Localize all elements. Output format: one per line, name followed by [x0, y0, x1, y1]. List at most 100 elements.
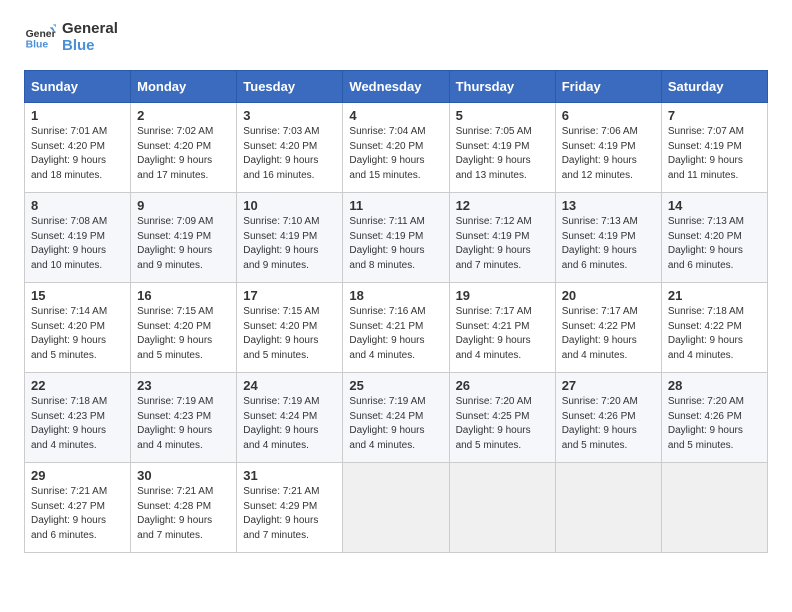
- week-row-0: 1Sunrise: 7:01 AMSunset: 4:20 PMDaylight…: [25, 103, 768, 193]
- day-number: 31: [243, 468, 336, 483]
- day-number: 11: [349, 198, 442, 213]
- calendar-cell: 25 Sunrise: 7:19 AMSunset: 4:24 PMDayligh…: [343, 373, 449, 463]
- calendar-cell: 17Sunrise: 7:15 AMSunset: 4:20 PMDayligh…: [237, 283, 343, 373]
- calendar-cell: 20 Sunrise: 7:17 AMSunset: 4:22 PMDayligh…: [555, 283, 661, 373]
- svg-text:General: General: [26, 29, 56, 40]
- day-info: Sunrise: 7:19 AMSunset: 4:23 PMDaylight:…: [137, 395, 230, 453]
- calendar-cell: 13 Sunrise: 7:13 AMSunset: 4:19 PMDayligh…: [555, 193, 661, 283]
- logo-icon: General Blue: [24, 21, 56, 53]
- day-info: Sunrise: 7:21 AMSunset: 4:28 PMDaylight:…: [137, 485, 230, 543]
- calendar-cell: 11 Sunrise: 7:11 AMSunset: 4:19 PMDayligh…: [343, 193, 449, 283]
- day-info: Sunrise: 7:10 AMSunset: 4:19 PMDaylight:…: [243, 215, 336, 273]
- day-info: Sunrise: 7:19 AMSunset: 4:24 PMDaylight:…: [243, 395, 336, 453]
- day-number: 15: [31, 288, 124, 303]
- day-info: Sunrise: 7:02 AMSunset: 4:20 PMDaylight:…: [137, 125, 230, 183]
- calendar-cell: 28Sunrise: 7:20 AMSunset: 4:26 PMDayligh…: [661, 373, 767, 463]
- calendar-cell: 15 Sunrise: 7:14 AMSunset: 4:20 PMDayligh…: [25, 283, 131, 373]
- day-number: 7: [668, 108, 761, 123]
- day-number: 28: [668, 378, 761, 393]
- calendar-cell: 14Sunrise: 7:13 AMSunset: 4:20 PMDayligh…: [661, 193, 767, 283]
- day-info: Sunrise: 7:20 AMSunset: 4:25 PMDaylight:…: [456, 395, 549, 453]
- day-info: Sunrise: 7:21 AMSunset: 4:27 PMDaylight:…: [31, 485, 124, 543]
- svg-text:Blue: Blue: [26, 39, 49, 50]
- day-info: Sunrise: 7:09 AMSunset: 4:19 PMDaylight:…: [137, 215, 230, 273]
- day-number: 4: [349, 108, 442, 123]
- header-row: SundayMondayTuesdayWednesdayThursdayFrid…: [25, 71, 768, 103]
- calendar-cell: 1Sunrise: 7:01 AMSunset: 4:20 PMDaylight…: [25, 103, 131, 193]
- day-info: Sunrise: 7:11 AMSunset: 4:19 PMDaylight:…: [349, 215, 442, 273]
- calendar-cell: 12 Sunrise: 7:12 AMSunset: 4:19 PMDayligh…: [449, 193, 555, 283]
- day-info: Sunrise: 7:17 AMSunset: 4:21 PMDaylight:…: [456, 305, 549, 363]
- week-row-3: 22 Sunrise: 7:18 AMSunset: 4:23 PMDayligh…: [25, 373, 768, 463]
- day-number: 19: [456, 288, 549, 303]
- day-info: Sunrise: 7:08 AMSunset: 4:19 PMDaylight:…: [31, 215, 124, 273]
- day-info: Sunrise: 7:04 AMSunset: 4:20 PMDaylight:…: [349, 125, 442, 183]
- day-number: 29: [31, 468, 124, 483]
- calendar-cell: [661, 463, 767, 553]
- calendar-table: SundayMondayTuesdayWednesdayThursdayFrid…: [24, 70, 768, 553]
- day-info: Sunrise: 7:15 AMSunset: 4:20 PMDaylight:…: [137, 305, 230, 363]
- day-number: 18: [349, 288, 442, 303]
- day-info: Sunrise: 7:19 AMSunset: 4:24 PMDaylight:…: [349, 395, 442, 453]
- day-info: Sunrise: 7:05 AMSunset: 4:19 PMDaylight:…: [456, 125, 549, 183]
- calendar-cell: 19 Sunrise: 7:17 AMSunset: 4:21 PMDayligh…: [449, 283, 555, 373]
- day-info: Sunrise: 7:03 AMSunset: 4:20 PMDaylight:…: [243, 125, 336, 183]
- day-info: Sunrise: 7:15 AMSunset: 4:20 PMDaylight:…: [243, 305, 336, 363]
- logo: General Blue General Blue: [24, 20, 118, 54]
- day-number: 3: [243, 108, 336, 123]
- day-info: Sunrise: 7:20 AMSunset: 4:26 PMDaylight:…: [562, 395, 655, 453]
- calendar-cell: 10Sunrise: 7:10 AMSunset: 4:19 PMDayligh…: [237, 193, 343, 283]
- day-number: 23: [137, 378, 230, 393]
- day-info: Sunrise: 7:18 AMSunset: 4:23 PMDaylight:…: [31, 395, 124, 453]
- day-number: 30: [137, 468, 230, 483]
- calendar-cell: 4 Sunrise: 7:04 AMSunset: 4:20 PMDaylight…: [343, 103, 449, 193]
- day-info: Sunrise: 7:21 AMSunset: 4:29 PMDaylight:…: [243, 485, 336, 543]
- calendar-cell: 27 Sunrise: 7:20 AMSunset: 4:26 PMDayligh…: [555, 373, 661, 463]
- day-number: 6: [562, 108, 655, 123]
- calendar-cell: 6 Sunrise: 7:06 AMSunset: 4:19 PMDaylight…: [555, 103, 661, 193]
- calendar-cell: 23 Sunrise: 7:19 AMSunset: 4:23 PMDayligh…: [131, 373, 237, 463]
- day-info: Sunrise: 7:16 AMSunset: 4:21 PMDaylight:…: [349, 305, 442, 363]
- calendar-cell: [555, 463, 661, 553]
- day-number: 21: [668, 288, 761, 303]
- week-row-2: 15 Sunrise: 7:14 AMSunset: 4:20 PMDayligh…: [25, 283, 768, 373]
- day-number: 27: [562, 378, 655, 393]
- calendar-header: SundayMondayTuesdayWednesdayThursdayFrid…: [25, 71, 768, 103]
- calendar-cell: [449, 463, 555, 553]
- day-info: Sunrise: 7:13 AMSunset: 4:19 PMDaylight:…: [562, 215, 655, 273]
- day-number: 1: [31, 108, 124, 123]
- day-number: 20: [562, 288, 655, 303]
- header-monday: Monday: [131, 71, 237, 103]
- day-info: Sunrise: 7:06 AMSunset: 4:19 PMDaylight:…: [562, 125, 655, 183]
- calendar-cell: 24Sunrise: 7:19 AMSunset: 4:24 PMDayligh…: [237, 373, 343, 463]
- calendar-cell: 3 Sunrise: 7:03 AMSunset: 4:20 PMDaylight…: [237, 103, 343, 193]
- header-tuesday: Tuesday: [237, 71, 343, 103]
- day-info: Sunrise: 7:14 AMSunset: 4:20 PMDaylight:…: [31, 305, 124, 363]
- day-number: 2: [137, 108, 230, 123]
- calendar-cell: 9 Sunrise: 7:09 AMSunset: 4:19 PMDaylight…: [131, 193, 237, 283]
- calendar-cell: [343, 463, 449, 553]
- day-number: 16: [137, 288, 230, 303]
- calendar-cell: 29 Sunrise: 7:21 AMSunset: 4:27 PMDayligh…: [25, 463, 131, 553]
- calendar-cell: 2 Sunrise: 7:02 AMSunset: 4:20 PMDaylight…: [131, 103, 237, 193]
- day-info: Sunrise: 7:12 AMSunset: 4:19 PMDaylight:…: [456, 215, 549, 273]
- header-wednesday: Wednesday: [343, 71, 449, 103]
- day-info: Sunrise: 7:13 AMSunset: 4:20 PMDaylight:…: [668, 215, 761, 273]
- week-row-1: 8Sunrise: 7:08 AMSunset: 4:19 PMDaylight…: [25, 193, 768, 283]
- calendar-cell: 22 Sunrise: 7:18 AMSunset: 4:23 PMDayligh…: [25, 373, 131, 463]
- calendar-cell: 26 Sunrise: 7:20 AMSunset: 4:25 PMDayligh…: [449, 373, 555, 463]
- day-number: 12: [456, 198, 549, 213]
- calendar-cell: 30 Sunrise: 7:21 AMSunset: 4:28 PMDayligh…: [131, 463, 237, 553]
- week-row-4: 29 Sunrise: 7:21 AMSunset: 4:27 PMDayligh…: [25, 463, 768, 553]
- header-friday: Friday: [555, 71, 661, 103]
- day-number: 9: [137, 198, 230, 213]
- day-number: 5: [456, 108, 549, 123]
- day-number: 22: [31, 378, 124, 393]
- day-number: 25: [349, 378, 442, 393]
- calendar-cell: 18 Sunrise: 7:16 AMSunset: 4:21 PMDayligh…: [343, 283, 449, 373]
- day-number: 26: [456, 378, 549, 393]
- calendar-cell: 5 Sunrise: 7:05 AMSunset: 4:19 PMDaylight…: [449, 103, 555, 193]
- day-info: Sunrise: 7:17 AMSunset: 4:22 PMDaylight:…: [562, 305, 655, 363]
- calendar-cell: 7Sunrise: 7:07 AMSunset: 4:19 PMDaylight…: [661, 103, 767, 193]
- day-number: 13: [562, 198, 655, 213]
